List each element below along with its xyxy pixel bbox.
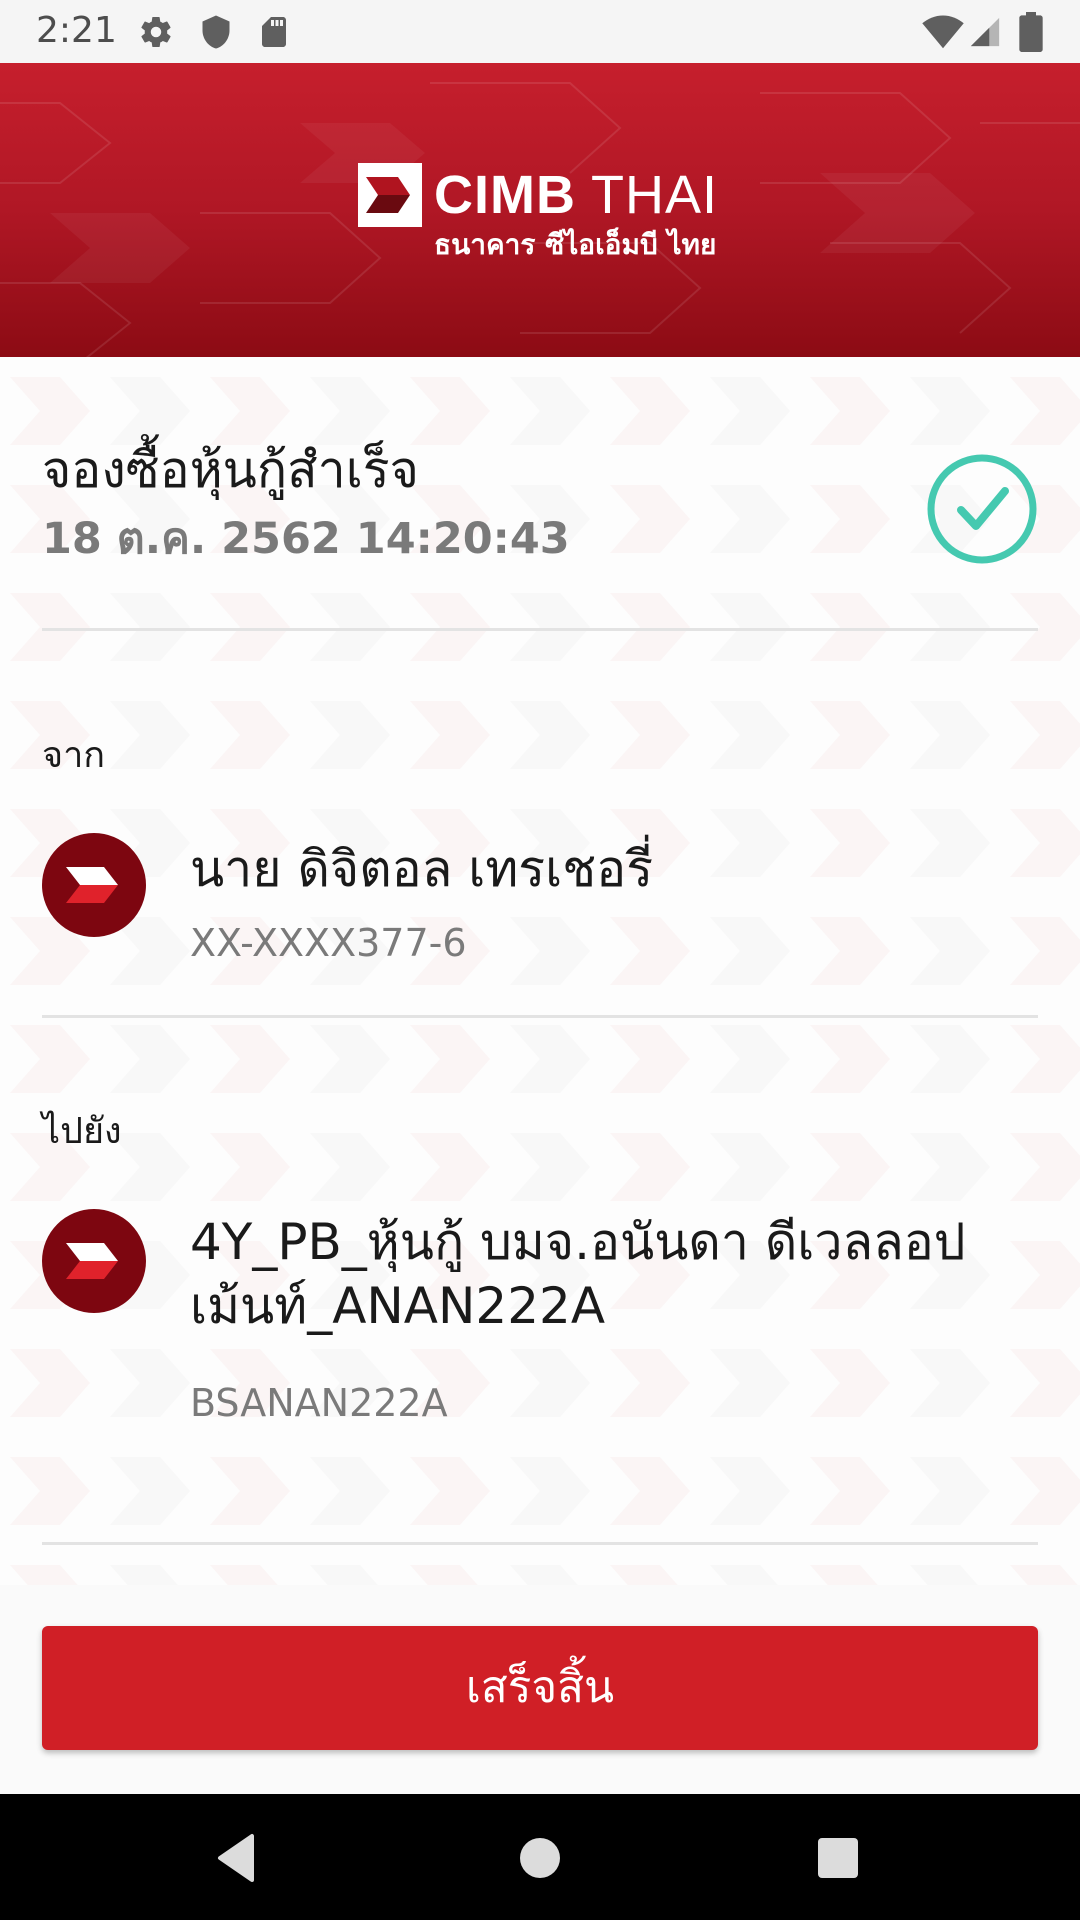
cimb-logo-mark-icon bbox=[358, 163, 422, 227]
bank-logo-icon bbox=[42, 833, 146, 937]
logo-name: CIMB THAI bbox=[434, 165, 719, 225]
from-account-number: XX-XXXX377-6 bbox=[190, 921, 467, 965]
sd-card-icon bbox=[262, 17, 286, 47]
bank-logo-icon bbox=[42, 1209, 146, 1313]
logo-subtitle: ธนาคาร ซีไอเอ็มบี ไทย bbox=[434, 228, 717, 261]
settings-icon bbox=[141, 17, 171, 48]
cimb-logo: CIMB THAI ธนาคาร ซีไอเอ็มบี ไทย bbox=[358, 163, 738, 273]
shield-icon bbox=[202, 15, 230, 49]
status-bar: 2:21 bbox=[0, 0, 1080, 63]
status-time: 2:21 bbox=[36, 10, 117, 51]
cell-signal-icon bbox=[970, 17, 1000, 47]
from-label: จาก bbox=[42, 735, 106, 776]
check-circle-icon bbox=[927, 454, 1037, 564]
transaction-result-panel: จองซื้อหุ้นกู้สำเร็จ 18 ต.ค. 2562 14:20:… bbox=[0, 357, 1080, 1585]
to-account-name: 4Y_PB_หุ้นกู้ บมจ.อนันดา ดีเวลลอปเม้นท์_… bbox=[190, 1213, 966, 1335]
back-icon[interactable] bbox=[208, 1828, 268, 1888]
divider bbox=[42, 1015, 1038, 1018]
wifi-icon bbox=[922, 15, 964, 49]
system-navigation-bar bbox=[0, 1794, 1080, 1920]
divider bbox=[42, 1542, 1038, 1545]
divider bbox=[42, 628, 1038, 631]
to-account-number: BSANAN222A bbox=[190, 1381, 448, 1425]
home-icon[interactable] bbox=[510, 1828, 570, 1888]
battery-icon bbox=[1019, 12, 1043, 52]
done-button[interactable]: เสร็จสิ้น bbox=[42, 1626, 1038, 1750]
result-datetime: 18 ต.ค. 2562 14:20:43 bbox=[42, 514, 570, 564]
recents-icon[interactable] bbox=[808, 1828, 868, 1888]
from-account-name: นาย ดิจิตอล เทรเชอรี่ bbox=[190, 840, 654, 898]
to-label: ไปยัง bbox=[42, 1111, 122, 1152]
app-header: CIMB THAI ธนาคาร ซีไอเอ็มบี ไทย bbox=[0, 63, 1080, 357]
result-title: จองซื้อหุ้นกู้สำเร็จ bbox=[42, 441, 419, 499]
